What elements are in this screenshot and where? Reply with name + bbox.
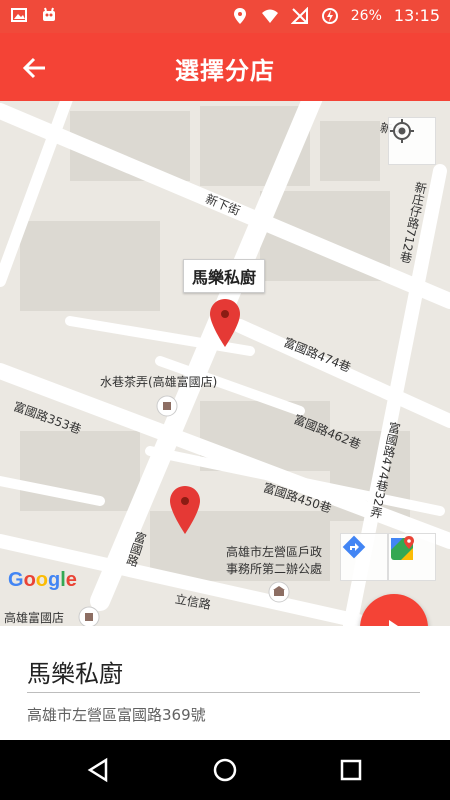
google-logo: Google xyxy=(8,569,77,591)
poi-label: 高雄市左營區戶政 xyxy=(226,545,323,559)
battery-percent: 26% xyxy=(350,7,382,24)
store-info-panel: 馬樂私廚 高雄市左營區富國路369號 xyxy=(0,626,450,740)
google-maps-icon xyxy=(391,536,414,560)
no-signal-icon xyxy=(290,6,308,24)
crosshair-icon xyxy=(390,119,414,143)
divider xyxy=(27,692,420,693)
open-maps-button[interactable] xyxy=(388,533,436,581)
recents-icon[interactable] xyxy=(336,755,366,785)
wifi-icon xyxy=(261,9,278,23)
clock: 13:15 xyxy=(393,6,440,25)
poi-label: 事務所第二辦公處 xyxy=(226,562,323,576)
back-icon[interactable] xyxy=(84,755,114,785)
directions-button[interactable] xyxy=(340,533,388,581)
android-icon xyxy=(43,7,55,21)
government-poi-icon[interactable] xyxy=(268,581,290,603)
page-title: 選擇分店 xyxy=(175,57,275,85)
cafe-poi-icon[interactable] xyxy=(156,395,178,417)
store-name: 馬樂私廚 xyxy=(27,660,123,688)
status-bar: 26% 13:15 xyxy=(0,0,450,33)
my-location-button[interactable] xyxy=(388,117,436,165)
map-view[interactable]: 新下街 新庄仔路712巷 富國路474巷 水巷茶弄(高雄富國店) 富國路353巷… xyxy=(0,101,450,626)
map-pin-icon[interactable] xyxy=(170,486,200,534)
system-nav-bar xyxy=(0,740,450,800)
cafe-poi-icon[interactable] xyxy=(78,606,100,626)
poi-label: 高雄富國店 xyxy=(4,611,65,625)
map-pin-icon[interactable] xyxy=(210,299,240,347)
poi-label: 水巷茶弄(高雄富國店) xyxy=(100,375,218,389)
location-icon xyxy=(233,7,246,24)
battery-saver-icon xyxy=(321,7,338,24)
store-address: 高雄市左營區富國路369號 xyxy=(27,706,206,724)
image-icon xyxy=(11,8,27,22)
directions-icon xyxy=(342,535,366,559)
app-bar: 選擇分店 xyxy=(0,33,450,101)
marker-info-window[interactable]: 馬樂私廚 xyxy=(183,259,266,293)
home-icon[interactable] xyxy=(210,755,240,785)
